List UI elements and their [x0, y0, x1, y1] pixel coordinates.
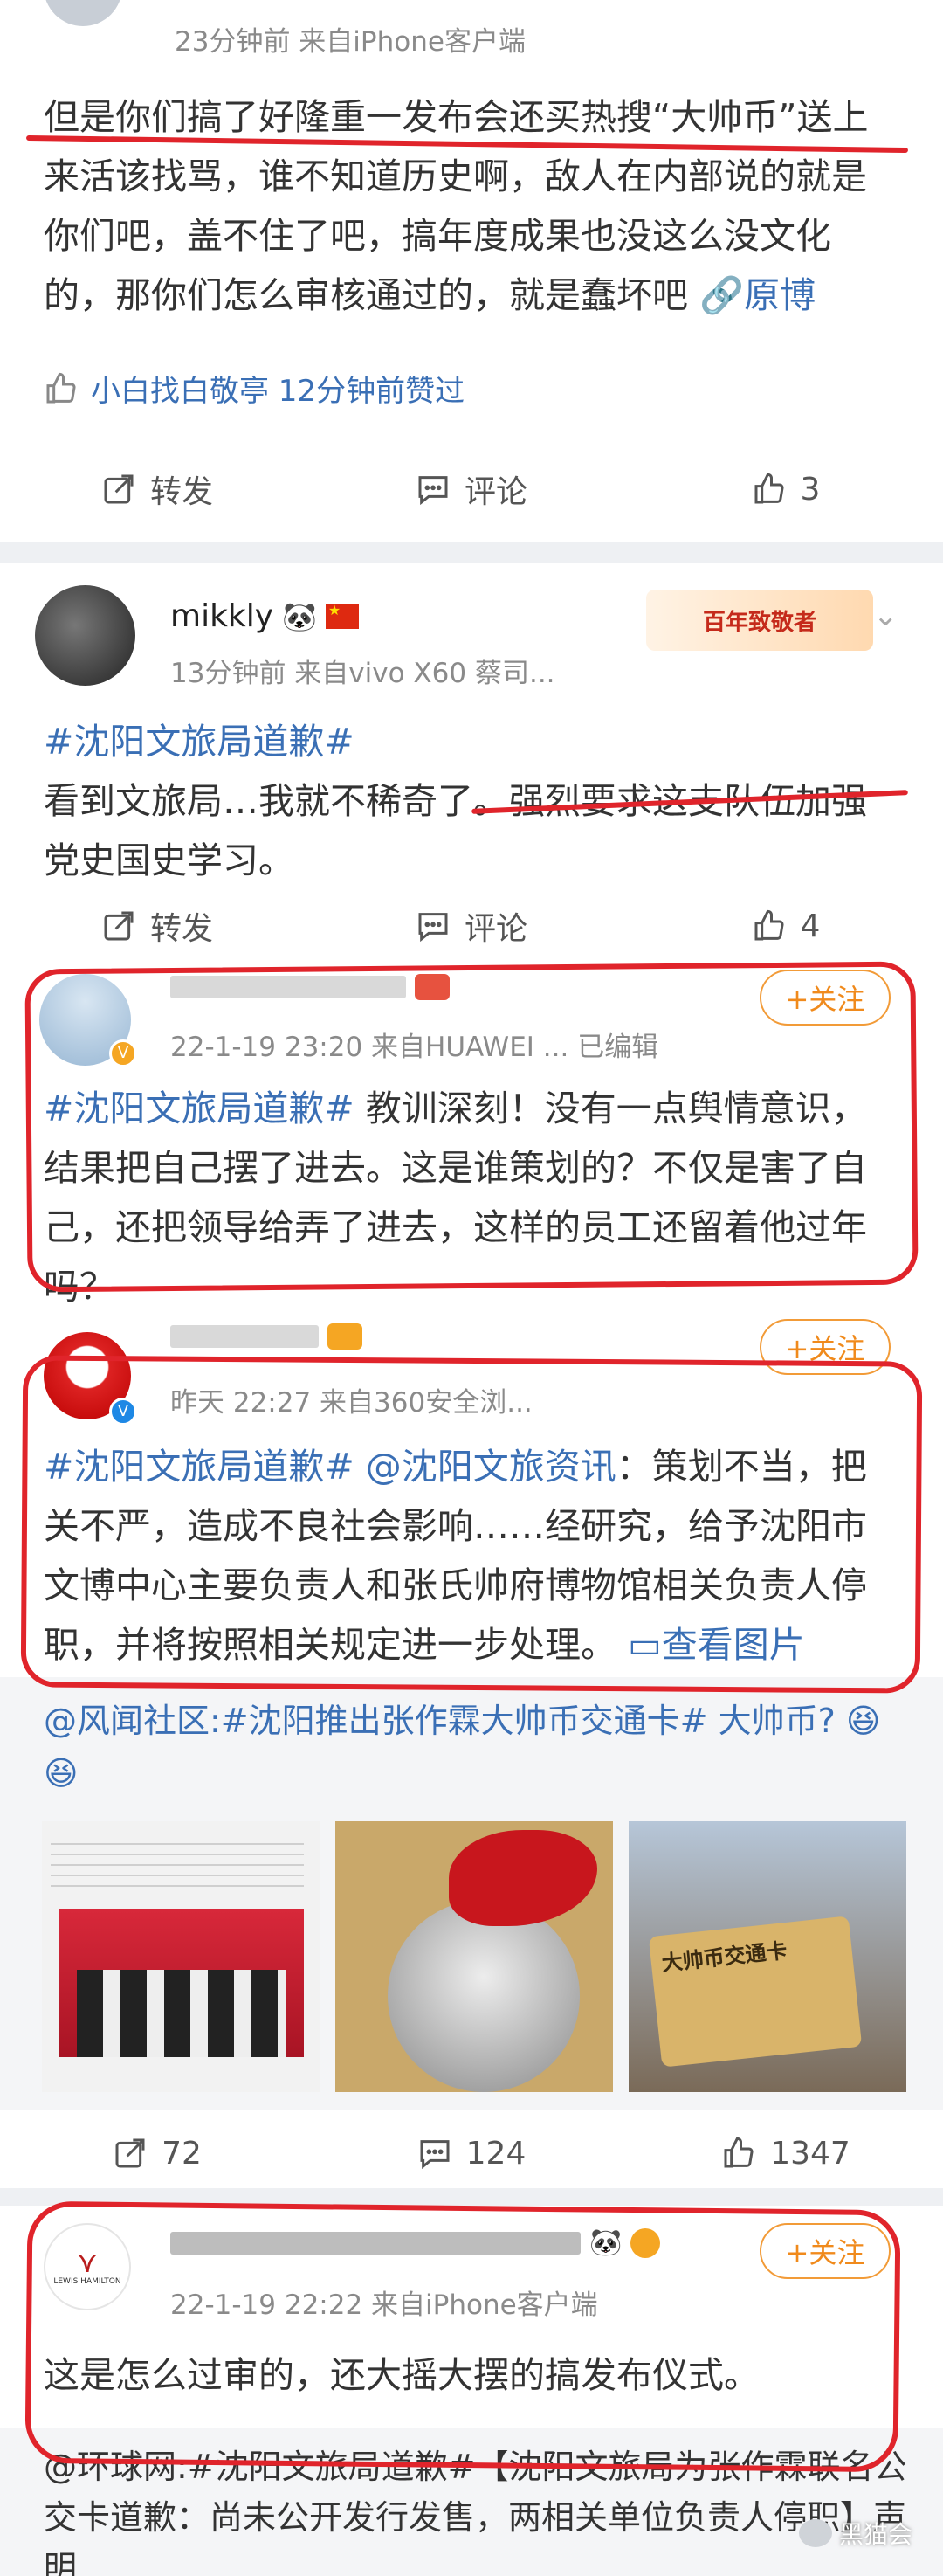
topic-link[interactable]: #沈阳文旅局道歉#	[44, 1088, 354, 1129]
avatar-text: LEWIS HAMILTON	[53, 2277, 121, 2286]
post-body: 这是怎么过审的，还大摇大摆的搞发布仪式。	[44, 2345, 899, 2405]
link-icon: 🔗	[699, 274, 745, 316]
quoted-images: 大帅币交通卡	[42, 1821, 906, 2092]
verified-icon: V	[109, 1039, 137, 1067]
separator	[0, 542, 943, 563]
avatar[interactable]	[44, 0, 122, 26]
follow-button[interactable]: +关注	[760, 1319, 891, 1375]
logo-icon: ⋎	[76, 2245, 99, 2280]
quoted-post[interactable]: @风闻社区:#沈阳推出张作霖大帅币交通卡# 大帅币? 😆😆 大帅币交通卡	[0, 1677, 943, 2110]
post-meta: 23分钟前 来自iPhone客户端	[175, 26, 526, 58]
like-button[interactable]: 4	[629, 887, 943, 965]
comment-button[interactable]: 评论	[314, 887, 629, 965]
avatar[interactable]	[35, 585, 135, 686]
follow-button[interactable]: +关注	[760, 970, 891, 1026]
liked-by-text: 小白找白敬亭 12分钟前赞过	[91, 374, 465, 409]
repost-icon	[115, 2138, 145, 2168]
username-row	[170, 974, 450, 1000]
original-post-link[interactable]: 🔗原博	[699, 274, 816, 316]
badge-icon	[630, 2227, 661, 2258]
badge-icon	[415, 974, 450, 1000]
like-icon	[724, 2137, 754, 2168]
badge-icon	[327, 1323, 362, 1350]
flag-icon: ★	[325, 603, 359, 629]
panda-icon: 🐼	[589, 2227, 623, 2258]
post-meta: 昨天 22:27 来自360安全浏...	[170, 1387, 533, 1419]
topic-link[interactable]: #沈阳文旅局道歉#	[44, 721, 354, 763]
comment-button[interactable]: 124	[314, 2114, 629, 2193]
verified-icon: V	[109, 1398, 137, 1426]
quoted-text: @风闻社区:#沈阳推出张作霖大帅币交通卡# 大帅币? 😆😆	[44, 1702, 881, 1792]
thumb-up-icon	[46, 372, 76, 403]
like-icon	[754, 473, 784, 504]
blurred-username	[170, 976, 406, 998]
post-text: 看到文旅局…我就不稀奇了。强烈要求这支队伍加强党史国史学习。	[44, 780, 867, 881]
comment-icon	[418, 913, 448, 943]
action-bar: 转发 评论 4	[0, 887, 943, 965]
post-card-3: V +关注 22-1-19 23:20 来自HUAWEI ... 已编辑 #沈阳…	[0, 961, 943, 1308]
username-row	[170, 1323, 362, 1350]
post-body: #沈阳文旅局道歉# @沈阳文旅资讯：策划不当，把关不严，造成不良社会影响……经研…	[44, 1437, 899, 1675]
like-icon	[754, 909, 784, 941]
like-button[interactable]: 3	[629, 450, 943, 528]
post-body: 但是你们搞了好隆重一发布会还买热搜“大帅币”送上来活该找骂，谁不知道历史啊，敌人…	[44, 87, 899, 325]
mention-link[interactable]: @沈阳文旅资讯	[354, 1446, 616, 1488]
comment-icon	[420, 2140, 450, 2170]
wechat-icon	[799, 2519, 832, 2547]
post-card-4: V +关注 昨天 22:27 来自360安全浏... #沈阳文旅局道歉# @沈阳…	[0, 1306, 943, 2188]
follow-button[interactable]: +关注	[760, 2223, 891, 2279]
image-icon: ▭	[628, 1624, 662, 1666]
view-images-link[interactable]: ▭查看图片	[628, 1624, 805, 1666]
action-bar: 72 124 1347	[0, 2114, 943, 2193]
repost-button[interactable]: 72	[0, 2114, 314, 2193]
avatar[interactable]: ⋎ LEWIS HAMILTON	[44, 2223, 131, 2310]
repost-button[interactable]: 转发	[0, 450, 314, 528]
image-thumbnail[interactable]	[335, 1821, 613, 2092]
image-thumbnail[interactable]	[42, 1821, 320, 2092]
separator	[0, 2188, 943, 2206]
topic-link[interactable]: #沈阳文旅局道歉#	[44, 1446, 354, 1488]
panda-icon: 🐼	[282, 599, 317, 633]
blurred-username	[170, 2231, 581, 2255]
repost-icon	[104, 911, 134, 941]
username-row: mikkly 🐼 ★	[170, 598, 359, 634]
username[interactable]: mikkly	[170, 598, 273, 634]
post-body: #沈阳文旅局道歉# 教训深刻！没有一点舆情意识，结果把自己摆了进去。这是谁策划的…	[44, 1079, 899, 1316]
blurred-username	[170, 1325, 319, 1348]
comment-icon	[418, 476, 448, 506]
post-meta: 22-1-19 23:20 来自HUAWEI ... 已编辑	[170, 1032, 659, 1063]
action-bar: 转发 评论 3	[0, 450, 943, 528]
chevron-down-icon[interactable]: ⌄	[873, 598, 898, 633]
post-card-1: 23分钟前 来自iPhone客户端 但是你们搞了好隆重一发布会还买热搜“大帅币”…	[0, 0, 943, 559]
username-row: 🐼	[170, 2227, 661, 2258]
post-meta: 13分钟前 来自vivo X60 蔡司...	[170, 658, 555, 689]
post-card-2: mikkly 🐼 ★ 百年致敬者 ⌄ 13分钟前 来自vivo X60 蔡司..…	[0, 563, 943, 965]
watermark: 黑猫会	[799, 2516, 912, 2551]
post-meta: 22-1-19 22:22 来自iPhone客户端	[170, 2289, 598, 2321]
comment-button[interactable]: 评论	[314, 450, 629, 528]
like-button[interactable]: 1347	[629, 2114, 943, 2193]
liked-by-row: 小白找白敬亭 12分钟前赞过	[44, 367, 465, 410]
repost-icon	[104, 474, 134, 504]
quoted-text: @环球网:#沈阳文旅局道歉#【沈阳文旅局为张作霖联名公交卡道歉：尚未公开发行发售…	[44, 2448, 907, 2576]
badge: 百年致敬者	[646, 590, 873, 651]
post-text: 这是怎么过审的，还大摇大摆的搞发布仪式。	[44, 2354, 760, 2396]
post-body: #沈阳文旅局道歉# 看到文旅局…我就不稀奇了。强烈要求这支队伍加强党史国史学习。	[44, 712, 899, 890]
repost-button[interactable]: 转发	[0, 887, 314, 965]
quoted-post[interactable]: @环球网:#沈阳文旅局道歉#【沈阳文旅局为张作霖联名公交卡道歉：尚未公开发行发售…	[0, 2428, 943, 2576]
image-thumbnail[interactable]: 大帅币交通卡	[629, 1821, 906, 2092]
